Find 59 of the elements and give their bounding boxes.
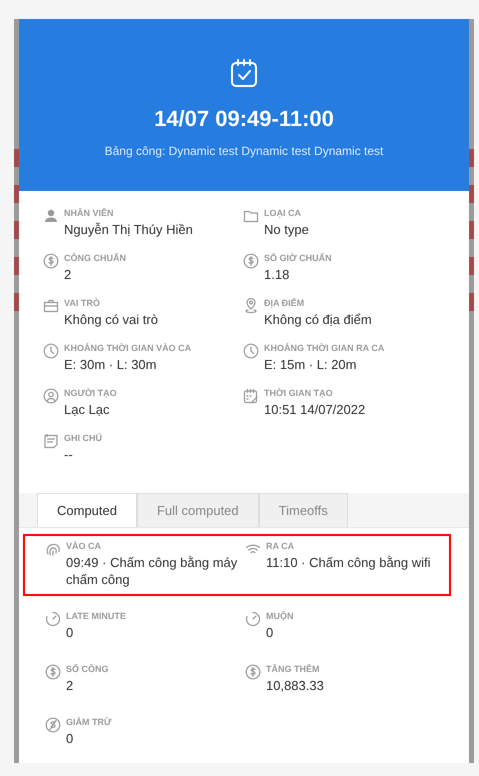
field-label: SỐ CÔNG (66, 663, 110, 675)
field-value: E: 30m · L: 30m (64, 356, 158, 373)
field-label: MUỘN (266, 610, 294, 622)
tab[interactable]: Timeoffs (258, 493, 348, 527)
field-label: THỜI GIAN TẠO (264, 387, 334, 399)
field-value: 09:49 · Chấm công bằng máy chấm công (66, 554, 238, 588)
dollar-off-icon (45, 717, 61, 733)
user-circle-icon (43, 388, 59, 404)
timer-icon (45, 611, 61, 627)
field-label: VAI TRÒ (64, 297, 101, 309)
calendar-check-icon (229, 58, 259, 88)
dollar-icon (43, 253, 59, 269)
field-value: 0 (66, 730, 74, 747)
field-label: NGƯỜI TẠO (64, 387, 118, 399)
field-label: LOẠI CA (264, 207, 302, 219)
field-label: GHI CHÚ (64, 432, 103, 444)
field-value: 2 (64, 266, 72, 283)
field-label: VÀO CA (66, 540, 102, 552)
field-label: ĐỊA ĐIỂM (264, 297, 306, 309)
dollar-icon (243, 253, 259, 269)
field-label: LATE MINUTE (66, 610, 127, 622)
dollar-icon (245, 664, 261, 680)
field-label: GIẢM TRỪ (66, 716, 112, 728)
field-value: 11:10 · Chấm công bằng wifi (266, 554, 432, 571)
clock-icon (43, 343, 59, 359)
field-label: KHOẢNG THỜI GIAN VÀO CA (64, 342, 192, 354)
location-pin-icon (243, 298, 259, 314)
field-value: -- (64, 446, 74, 463)
field-label: KHOẢNG THỜI GIAN RA CA (264, 342, 386, 354)
field-value: Nguyễn Thị Thúy Hiền (64, 221, 194, 238)
timer-icon (245, 611, 261, 627)
field-label: NHÂN VIÊN (64, 207, 115, 219)
calendar-edit-icon (243, 388, 259, 404)
tab[interactable]: Computed (37, 493, 137, 527)
field-label: TĂNG THÊM (266, 663, 320, 675)
dollar-icon (45, 664, 61, 680)
fingerprint-icon (45, 541, 61, 557)
field-value: 1.18 (264, 266, 290, 283)
tab[interactable]: Full computed (136, 493, 259, 527)
field-label: CÔNG CHUẨN (64, 252, 127, 264)
field-value: 0 (266, 624, 274, 641)
field-value: 10:51 14/07/2022 (264, 401, 366, 418)
dialog-subtitle: Bảng công: Dynamic test Dynamic test Dynamic test (104, 144, 384, 158)
folder-icon (243, 208, 259, 224)
note-icon (43, 433, 59, 449)
field-value: No type (264, 221, 310, 238)
field-value: E: 15m · L: 20m (264, 356, 358, 373)
dialog-title: 14/07 09:49-11:00 (154, 106, 334, 132)
clock-icon (243, 343, 259, 359)
field-label: RA CA (266, 540, 296, 552)
field-value: Không có vai trò (64, 311, 159, 328)
field-value: Lạc Lạc (64, 401, 111, 418)
briefcase-icon (43, 298, 59, 314)
field-value: 10,883.33 (266, 677, 325, 694)
field-label: SỐ GIỜ CHUẨN (264, 252, 333, 264)
person-icon (43, 208, 59, 224)
field-value: Không có địa điểm (264, 311, 373, 328)
field-value: 2 (66, 677, 74, 694)
field-value: 0 (66, 624, 74, 641)
